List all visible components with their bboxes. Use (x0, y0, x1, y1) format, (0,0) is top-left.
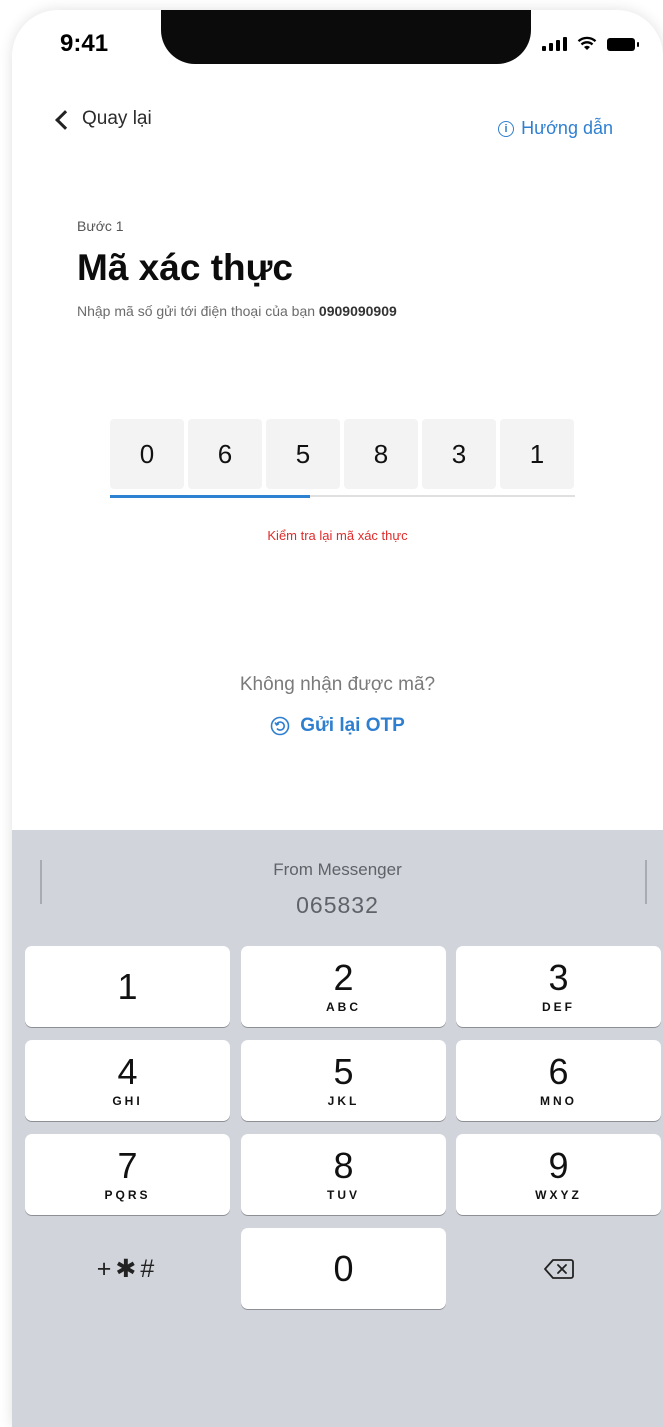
key-number: 7 (117, 1144, 138, 1186)
key-letters: GHI (112, 1093, 143, 1108)
key-number: 3 (548, 956, 569, 998)
back-button[interactable]: Quay lại (55, 108, 152, 130)
key-letters: MNO (540, 1093, 577, 1108)
key-letters: JKL (327, 1093, 360, 1108)
phone-number: 0909090909 (318, 303, 397, 319)
back-label: Quay lại (82, 108, 152, 129)
key-6[interactable]: 6 MNO (456, 1040, 661, 1121)
status-icons (542, 36, 639, 51)
otp-digit-box[interactable]: 6 (188, 419, 262, 489)
key-number: 6 (548, 1050, 569, 1092)
otp-digit-box[interactable]: 1 (500, 419, 574, 489)
key-9[interactable]: 9 WXYZ (456, 1134, 661, 1215)
key-number: 2 (333, 956, 354, 998)
notch (161, 10, 531, 64)
key-0[interactable]: 0 (241, 1228, 446, 1309)
info-icon: i (498, 120, 515, 137)
key-number: 9 (548, 1144, 569, 1186)
guide-label: Hướng dẫn (521, 118, 613, 138)
error-message: Kiểm tra lại mã xác thực (267, 528, 408, 543)
symbols-key[interactable]: +✱# (25, 1228, 230, 1309)
resend-label: Gửi lại OTP (300, 715, 405, 736)
key-2[interactable]: 2 ABC (241, 946, 446, 1027)
key-number: 8 (333, 1144, 354, 1186)
otp-digit-box[interactable]: 0 (110, 419, 184, 489)
key-number: 0 (333, 1247, 354, 1289)
key-letters: WXYZ (535, 1187, 582, 1202)
wifi-icon (577, 36, 597, 50)
key-1[interactable]: 1 (25, 946, 230, 1027)
key-number: 1 (117, 965, 138, 1007)
key-8[interactable]: 8 TUV (241, 1134, 446, 1215)
otp-digit-box[interactable]: 3 (422, 419, 496, 489)
key-number: 4 (117, 1050, 138, 1092)
step-label: Bước 1 (77, 218, 124, 234)
delete-key[interactable] (456, 1228, 661, 1309)
key-letters: DEF (542, 999, 575, 1014)
key-letters: ABC (326, 999, 361, 1014)
chevron-left-icon (55, 109, 75, 130)
numeric-keyboard: From Messenger 065832 1 2 ABC 3 DEF 4 GH… (12, 830, 663, 1427)
key-letters: TUV (327, 1187, 360, 1202)
refresh-icon (270, 716, 290, 736)
otp-progress-fill (110, 494, 310, 498)
key-4[interactable]: 4 GHI (25, 1040, 230, 1121)
page-subtitle: Nhập mã số gửi tới điện thoại của bạn 09… (77, 303, 397, 319)
key-3[interactable]: 3 DEF (456, 946, 661, 1027)
symbols-label: +✱# (96, 1254, 159, 1283)
guide-link[interactable]: i Hướng dẫn (498, 118, 613, 139)
otp-input[interactable]: 0 6 5 8 3 1 (110, 419, 574, 489)
suggestion-code[interactable]: 065832 (12, 892, 663, 919)
backspace-icon (543, 1258, 574, 1279)
otp-digit-box[interactable]: 5 (266, 419, 340, 489)
phone-screen: 9:41 Quay lại i Hướng dẫn Bước 1 Mã xác … (12, 10, 663, 1427)
key-7[interactable]: 7 PQRS (25, 1134, 230, 1215)
subtitle-text: Nhập mã số gửi tới điện thoại của bạn (77, 303, 319, 319)
otp-digit-box[interactable]: 8 (344, 419, 418, 489)
key-number: 5 (333, 1050, 354, 1092)
cellular-signal-icon (542, 37, 567, 51)
suggestion-source: From Messenger (273, 860, 402, 879)
resend-prompt: Không nhận được mã? (239, 674, 436, 695)
resend-otp-button[interactable]: Gửi lại OTP (12, 715, 663, 737)
status-time: 9:41 (60, 30, 109, 57)
battery-icon (607, 38, 639, 51)
page-title: Mã xác thực (77, 247, 293, 288)
otp-progress-bar (110, 494, 575, 498)
key-5[interactable]: 5 JKL (241, 1040, 446, 1121)
otp-suggestion[interactable]: From Messenger 065832 (12, 830, 663, 920)
key-letters: PQRS (104, 1187, 151, 1202)
